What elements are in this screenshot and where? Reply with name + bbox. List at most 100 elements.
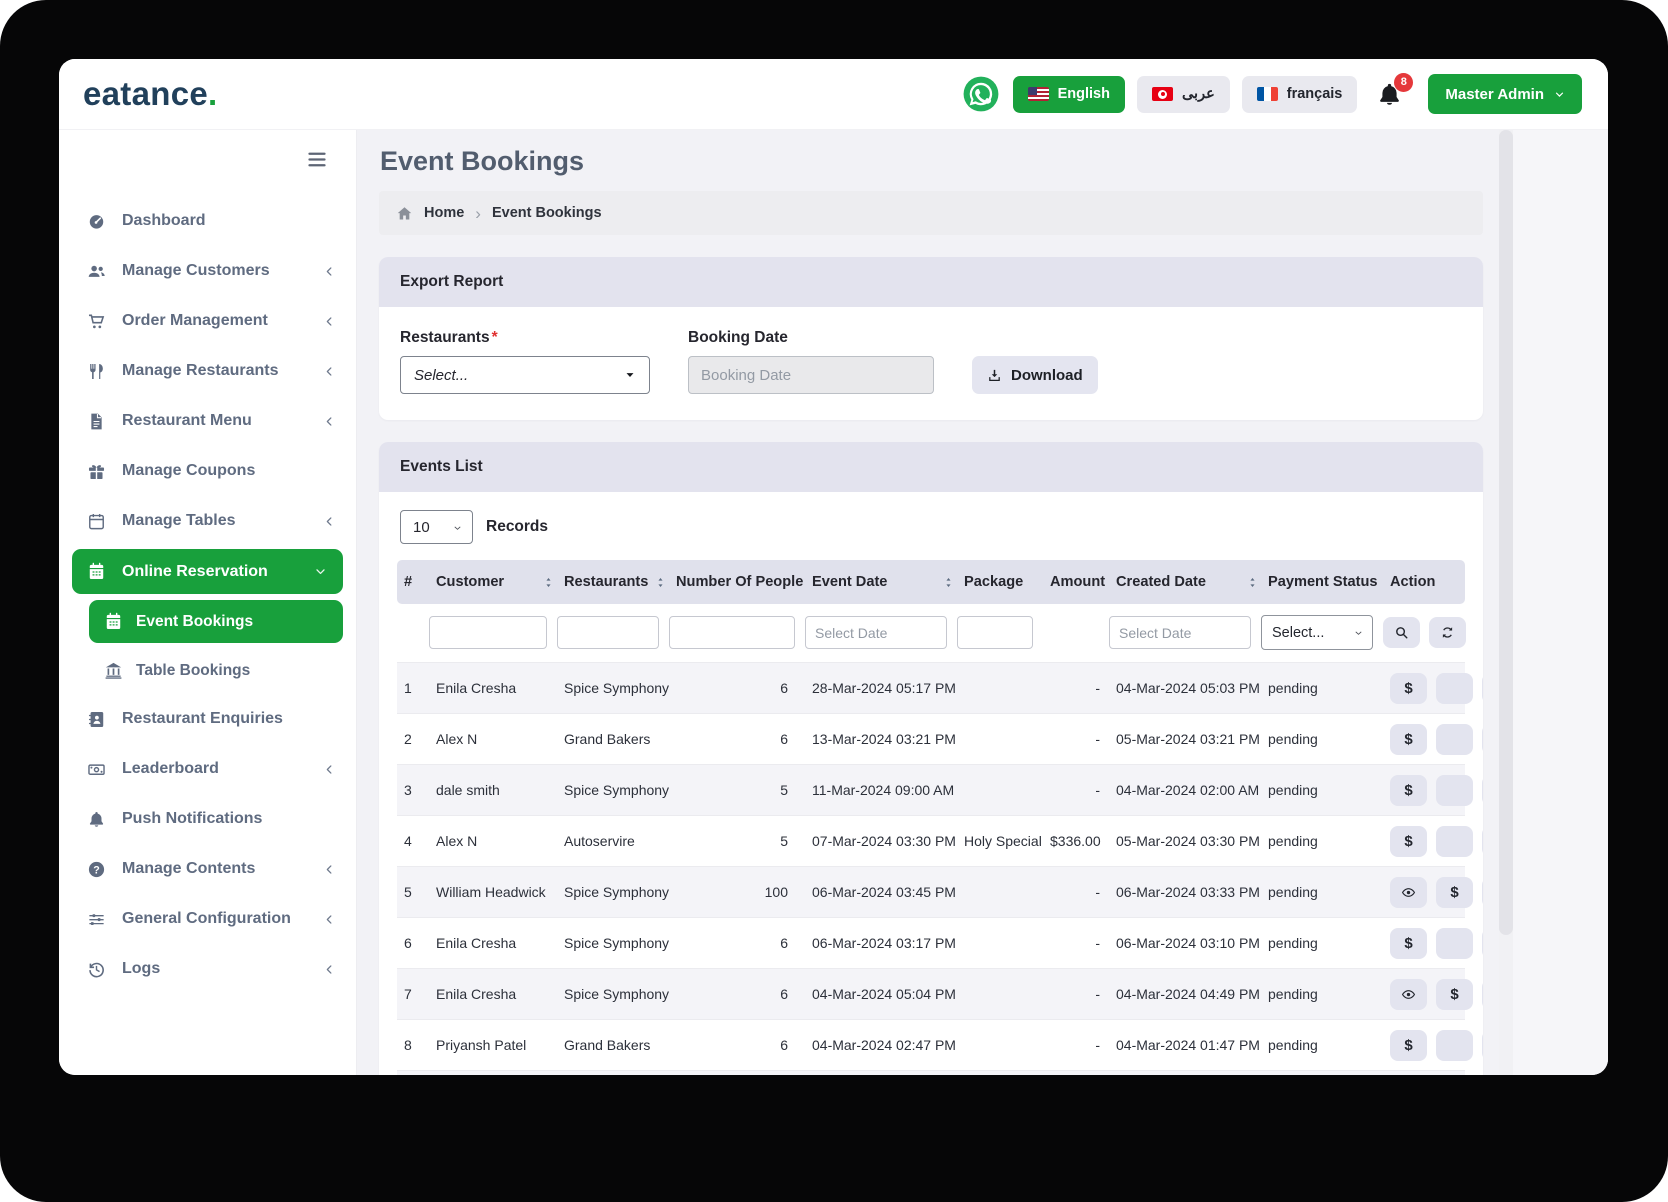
sidebar-item-manage-customers[interactable]: Manage Customers <box>59 246 356 296</box>
scrollbar-thumb[interactable] <box>1499 130 1513 935</box>
account-menu-button[interactable]: Master Admin <box>1428 74 1582 114</box>
cell-num: 5 <box>397 867 429 918</box>
filter-input-package[interactable] <box>957 616 1033 649</box>
clipped-action-button[interactable] <box>1482 928 1483 959</box>
home-icon <box>396 205 413 222</box>
sidebar-item-manage-coupons[interactable]: Manage Coupons <box>59 446 356 496</box>
clipped-action-button[interactable] <box>1482 979 1483 1010</box>
eye-action-button[interactable] <box>1390 877 1427 908</box>
language-button-fr[interactable]: français <box>1242 76 1358 113</box>
sidebar-item-manage-tables[interactable]: Manage Tables <box>59 496 356 546</box>
records-per-page-select[interactable]: 10 <box>400 510 473 544</box>
sidebar-item-label: Manage Customers <box>122 262 270 280</box>
filter-select-payment-status[interactable]: Select... <box>1261 615 1373 650</box>
language-button-us[interactable]: English <box>1013 76 1125 113</box>
chevron-down-icon <box>314 565 327 578</box>
payment-action-button[interactable]: $ <box>1390 928 1427 959</box>
reset-button[interactable] <box>1429 617 1466 648</box>
booking-date-input[interactable] <box>688 356 934 394</box>
sidebar-toggle-button[interactable] <box>59 138 356 176</box>
column-header-payment-status[interactable]: Payment Status <box>1261 560 1383 604</box>
clipped-action-button[interactable] <box>1482 877 1483 908</box>
language-button-tn[interactable]: عربى <box>1137 76 1230 113</box>
chevron-left-icon <box>323 415 336 428</box>
brand-logo[interactable]: eatance. <box>83 75 217 113</box>
app-window: eatance. English عربى français 8 Master Ad… <box>59 59 1608 1075</box>
whatsapp-icon[interactable] <box>962 75 1000 113</box>
payment-action-button[interactable]: $ <box>1436 979 1473 1010</box>
edit-action-button[interactable] <box>1436 673 1473 704</box>
cell-payment-status: pending <box>1261 969 1383 1020</box>
clipped-action-button[interactable] <box>1482 1030 1483 1061</box>
clipped-action-button[interactable] <box>1482 775 1483 806</box>
sidebar-item-restaurant-enquiries[interactable]: Restaurant Enquiries <box>59 694 356 744</box>
cart-icon <box>86 311 107 332</box>
cell-payment-status: pending <box>1261 1020 1383 1071</box>
sidebar-item-dashboard[interactable]: Dashboard <box>59 196 356 246</box>
sidebar-item-restaurant-menu[interactable]: Restaurant Menu <box>59 396 356 446</box>
scrollbar-track[interactable] <box>1499 130 1513 1075</box>
question-icon: ? <box>86 859 107 880</box>
restaurants-select[interactable]: Select... <box>400 356 650 394</box>
clipped-action-button[interactable] <box>1482 673 1483 704</box>
sidebar-item-leaderboard[interactable]: Leaderboard <box>59 744 356 794</box>
cell-customer: Enila Cresha <box>429 918 557 969</box>
edit-action-button[interactable] <box>1436 724 1473 755</box>
sidebar-subitem-table-bookings[interactable]: Table Bookings <box>89 649 343 692</box>
cell-actions: $ <box>1383 714 1465 765</box>
address-book-icon <box>86 709 107 730</box>
filter-input-customer[interactable] <box>429 616 547 649</box>
filter-input-restaurants[interactable] <box>557 616 659 649</box>
sidebar-subitem-event-bookings[interactable]: Event Bookings <box>89 600 343 643</box>
records-label: Records <box>486 518 548 536</box>
column-header-restaurants[interactable]: Restaurants <box>557 560 669 604</box>
sidebar-item-manage-restaurants[interactable]: Manage Restaurants <box>59 346 356 396</box>
sidebar-item-general-configuration[interactable]: General Configuration <box>59 894 356 944</box>
sidebar-item-order-management[interactable]: Order Management <box>59 296 356 346</box>
edit-action-button[interactable] <box>1436 928 1473 959</box>
cell-amount: $336.00 <box>1043 816 1109 867</box>
events-list-card: Events List 10 Records #CustomerRest <box>379 442 1483 1075</box>
sidebar-item-online-reservation[interactable]: Online Reservation <box>72 549 343 594</box>
payment-action-button[interactable]: $ <box>1390 673 1427 704</box>
filter-date-created-date[interactable] <box>1109 616 1251 649</box>
table-row: 8Priyansh PatelGrand Bakers604-Mar-2024 … <box>397 1020 1465 1071</box>
payment-action-button[interactable]: $ <box>1390 1030 1427 1061</box>
cell-num: 3 <box>397 765 429 816</box>
filter-date-event-date[interactable] <box>805 616 947 649</box>
sidebar-item-push-notifications[interactable]: Push Notifications <box>59 794 356 844</box>
sidebar-item-manage-contents[interactable]: ?Manage Contents <box>59 844 356 894</box>
cell-amount: - <box>1043 1020 1109 1071</box>
cell-actions: $ <box>1383 918 1465 969</box>
search-button[interactable] <box>1383 617 1420 648</box>
column-header-created-date[interactable]: Created Date <box>1109 560 1261 604</box>
eye-action-button[interactable] <box>1390 979 1427 1010</box>
clipped-action-button[interactable] <box>1482 724 1483 755</box>
sidebar-item-label: Push Notifications <box>122 810 262 828</box>
download-button[interactable]: Download <box>972 356 1098 394</box>
edit-action-button[interactable] <box>1436 775 1473 806</box>
column-header-event-date[interactable]: Event Date <box>805 560 957 604</box>
clipped-action-button[interactable] <box>1482 826 1483 857</box>
payment-action-button[interactable]: $ <box>1390 826 1427 857</box>
records-per-page-value: 10 <box>413 519 430 536</box>
sidebar-item-label: Order Management <box>122 312 268 330</box>
column-header-customer[interactable]: Customer <box>429 560 557 604</box>
table-row: 4Alex NAutoservire507-Mar-2024 03:30 PMH… <box>397 816 1465 867</box>
notifications-bell[interactable]: 8 <box>1376 81 1403 108</box>
edit-action-button[interactable] <box>1436 1030 1473 1061</box>
sidebar-item-logs[interactable]: Logs <box>59 944 356 994</box>
filter-input-number-of-people[interactable] <box>669 616 795 649</box>
payment-action-button[interactable]: $ <box>1390 775 1427 806</box>
language-switcher: English عربى français <box>1013 76 1358 113</box>
edit-action-button[interactable] <box>1436 826 1473 857</box>
payment-action-button[interactable]: $ <box>1390 724 1427 755</box>
sliders-icon <box>86 909 107 930</box>
sidebar-nav: Dashboard Manage Customers Order Managemen… <box>59 196 356 994</box>
cell-customer: Priyansh Patel <box>429 1020 557 1071</box>
column-header-number-of-people[interactable]: Number Of People <box>669 560 805 604</box>
payment-action-button[interactable]: $ <box>1436 877 1473 908</box>
breadcrumb-home-link[interactable]: Home <box>424 205 464 221</box>
sidebar-item-label: Dashboard <box>122 212 206 230</box>
us-flag-icon <box>1028 87 1049 101</box>
